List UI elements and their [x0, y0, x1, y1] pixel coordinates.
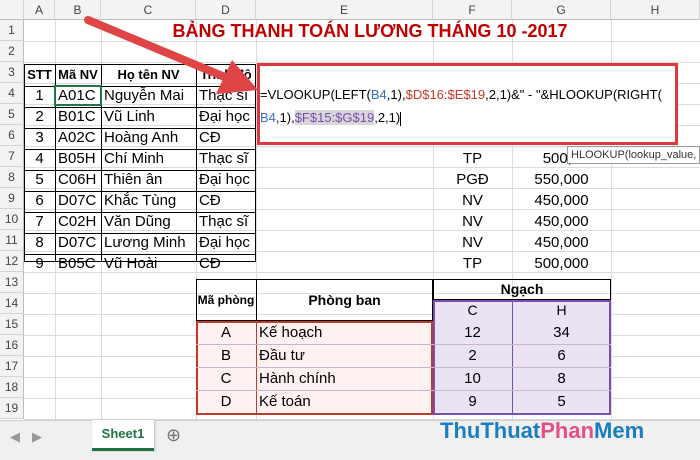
lookup-ma: D [220, 393, 232, 410]
lookup-c: 10 [464, 370, 481, 387]
lookup-c: 9 [468, 393, 477, 410]
scroll-right-icon[interactable]: ▶ [32, 429, 42, 445]
lookup-c: 12 [464, 324, 481, 341]
lookup-ten: Đầu tư [259, 347, 305, 364]
sheet-tab-sheet1[interactable]: Sheet1 [92, 420, 154, 451]
lookup-h: 8 [557, 370, 566, 387]
lookup-c: 2 [468, 347, 477, 364]
lookup-ten: Kế hoạch [259, 324, 323, 341]
lookup-h: 5 [557, 393, 566, 410]
lookup-h: 6 [557, 347, 566, 364]
scroll-left-icon[interactable]: ◀ [10, 429, 20, 445]
lookup-ten: Kế toán [259, 393, 311, 410]
add-sheet-icon[interactable]: ⊕ [166, 425, 181, 446]
lookup-ten: Hành chính [259, 370, 336, 387]
watermark: ThuThuatPhanMem [440, 418, 645, 443]
header-ngach: Ngạch [500, 281, 544, 297]
lookup-ma: B [220, 347, 231, 364]
lookup-ma: C [220, 370, 232, 387]
ngach-col-h: H [556, 302, 567, 318]
lookup-h: 34 [553, 324, 570, 341]
header-ma-phong: Mã phòng [197, 293, 255, 307]
lookup-ma: A [220, 324, 231, 341]
ngach-col-c: C [467, 302, 478, 318]
header-phong-ban: Phòng ban [308, 292, 381, 308]
